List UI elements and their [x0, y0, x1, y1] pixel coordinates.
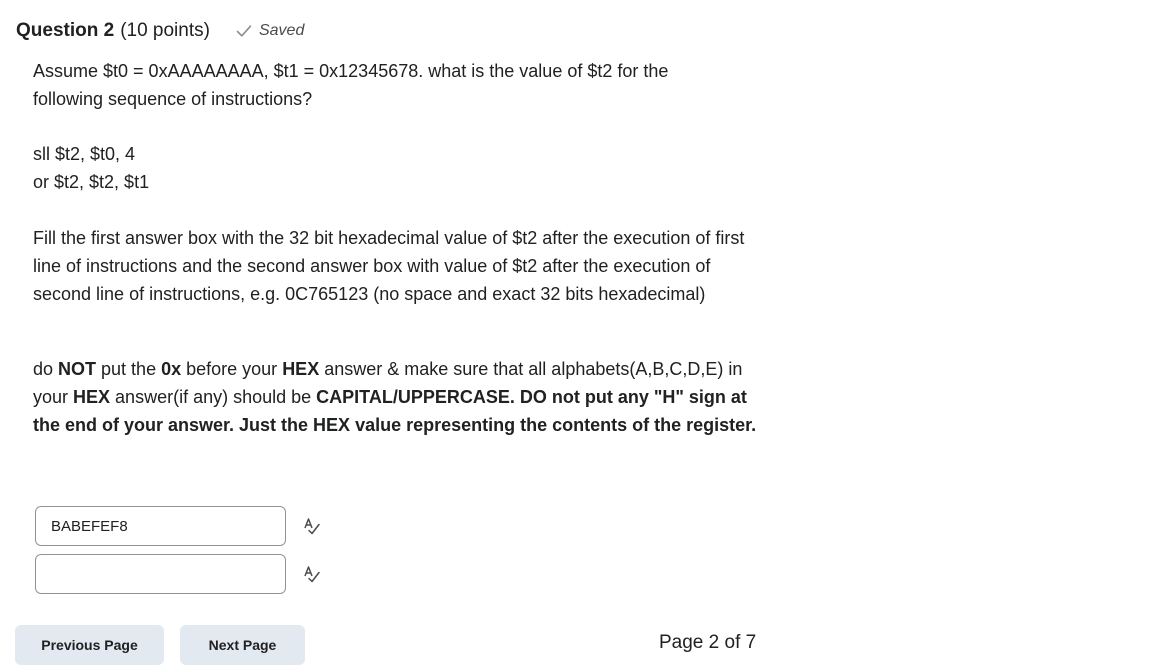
- fill-instructions-text: Fill the first answer box with the 32 bi…: [33, 228, 745, 304]
- saved-label: Saved: [258, 22, 305, 39]
- instruction-line-1: sll $t2, $t0, 4: [33, 144, 136, 164]
- spellcheck-icon[interactable]: [302, 564, 322, 584]
- note-emphasis: HEX: [282, 359, 320, 379]
- instruction-sequence: sll $t2, $t0, 4 or $t2, $t2, $t1: [33, 140, 773, 196]
- note-text: do: [33, 359, 59, 379]
- note-text: before your: [181, 359, 283, 379]
- fill-instructions: Fill the first answer box with the 32 bi…: [33, 224, 773, 308]
- answer-field-1[interactable]: [35, 506, 286, 546]
- question-intro: Assume $t0 = 0xAAAAAAAA, $t1 = 0x1234567…: [33, 57, 773, 113]
- format-note-text: do NOT put the 0x before your HEX answer…: [33, 355, 773, 439]
- page-indicator: Page 2 of 7: [659, 632, 757, 653]
- question-header: Question 2 (10 points) Saved: [16, 19, 304, 43]
- note-emphasis: NOT: [58, 359, 97, 379]
- answer-field-2[interactable]: [35, 554, 286, 594]
- previous-page-button[interactable]: Previous Page: [15, 625, 164, 665]
- question-intro-line2: following sequence of instructions?: [33, 89, 313, 109]
- checkmark-icon: [236, 25, 252, 37]
- note-emphasis: 0x: [161, 359, 182, 379]
- saved-status: Saved: [236, 22, 304, 40]
- note-emphasis: HEX: [73, 387, 111, 407]
- instruction-line-2: or $t2, $t2, $t1: [33, 172, 150, 192]
- question-title: Question 2: [16, 20, 115, 41]
- question-points: (10 points): [120, 20, 210, 41]
- quiz-page: Question 2 (10 points) Saved Assume $t0 …: [0, 0, 1152, 671]
- note-text: put the: [96, 359, 162, 379]
- spellcheck-icon[interactable]: [302, 516, 322, 536]
- format-note: do NOT put the 0x before your HEX answer…: [33, 355, 773, 439]
- next-page-button[interactable]: Next Page: [180, 625, 305, 665]
- note-text: answer(if any) should be: [110, 387, 317, 407]
- question-intro-line1: Assume $t0 = 0xAAAAAAAA, $t1 = 0x1234567…: [33, 61, 669, 81]
